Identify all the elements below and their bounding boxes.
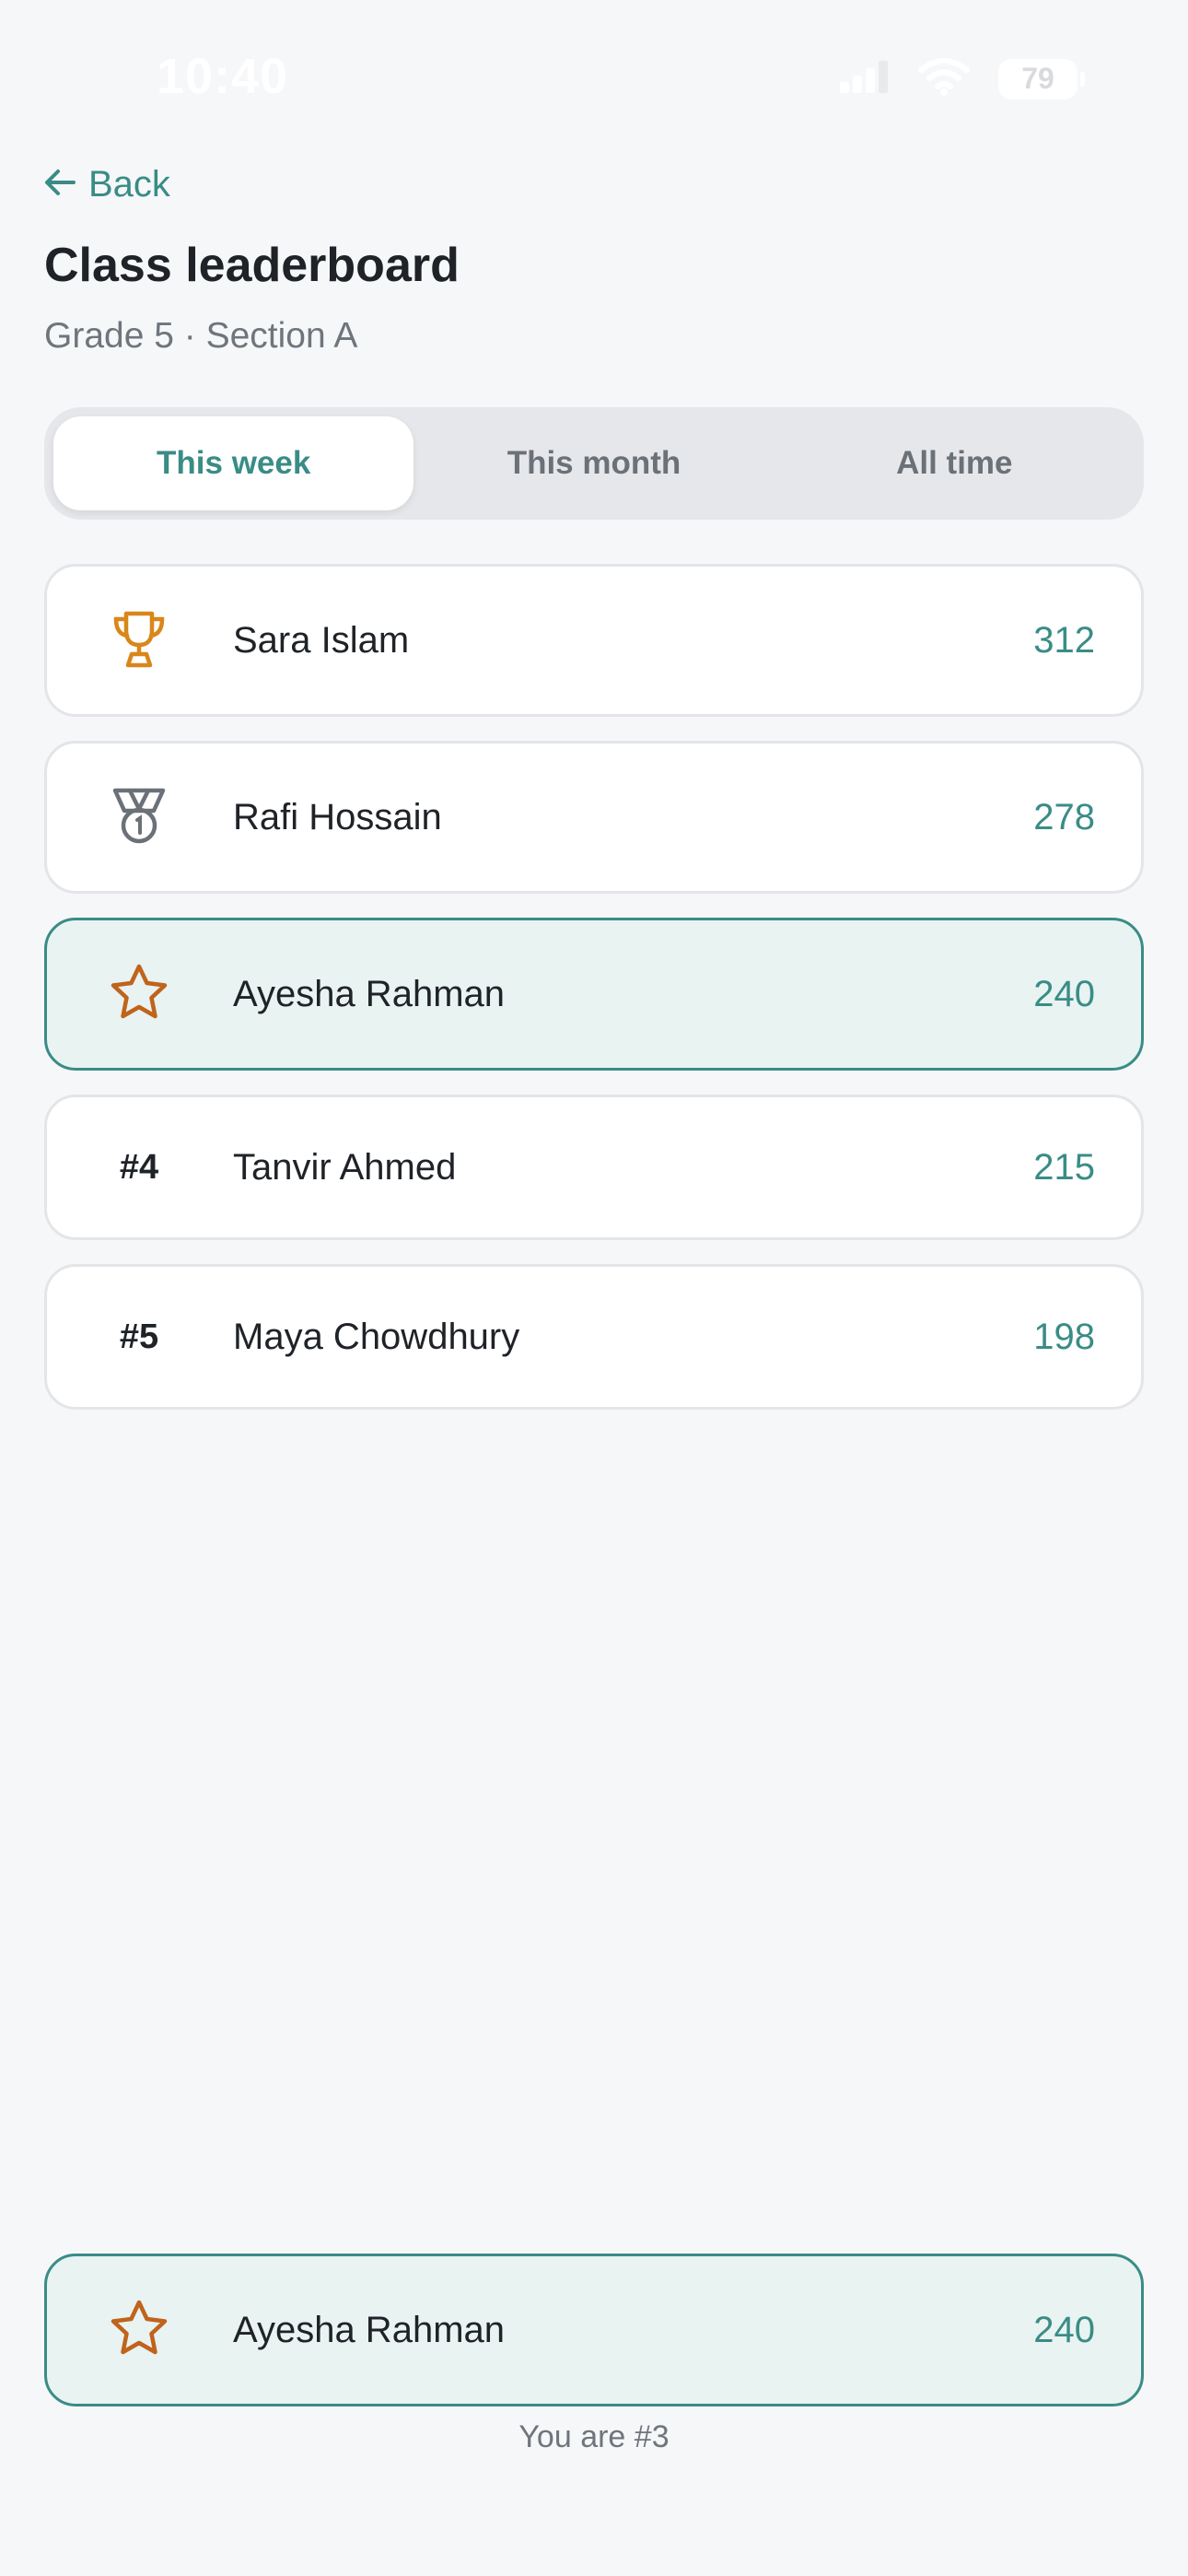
medal-icon (110, 785, 169, 850)
student-name: Ayesha Rahman (233, 973, 505, 1014)
rank-badge: #5 (91, 1317, 187, 1357)
tab-all-time[interactable]: All time (775, 416, 1135, 510)
rank-badge (91, 2299, 187, 2362)
signal-icon (838, 60, 890, 98)
leaderboard-row[interactable]: Rafi Hossain 278 (44, 741, 1144, 894)
student-name: Tanvir Ahmed (233, 1146, 457, 1188)
back-label: Back (88, 164, 170, 205)
period-tabs: This week This month All time (44, 407, 1144, 520)
page-subtitle: Grade 5 · Section A (44, 316, 358, 356)
battery-indicator: 79 (998, 58, 1085, 100)
arrow-left-icon (44, 164, 76, 205)
back-button[interactable]: Back (44, 164, 170, 205)
rank-badge (91, 608, 187, 673)
rank-number: #5 (119, 1317, 159, 1356)
rank-badge (91, 785, 187, 850)
leaderboard-row[interactable]: Sara Islam 312 (44, 564, 1144, 717)
page-title: Class leaderboard (44, 239, 460, 292)
my-rank-card[interactable]: Ayesha Rahman 240 (44, 2254, 1144, 2406)
leaderboard-row-current-user[interactable]: Ayesha Rahman 240 (44, 918, 1144, 1071)
student-score: 215 (1033, 1146, 1095, 1188)
status-time: 10:40 (157, 49, 289, 104)
student-name: Sara Islam (233, 619, 410, 661)
star-icon (109, 2299, 169, 2362)
star-icon (109, 963, 169, 1026)
student-name: Rafi Hossain (233, 796, 442, 837)
status-bar: 10:40 79 (0, 0, 1188, 157)
my-name: Ayesha Rahman (233, 2309, 505, 2350)
trophy-icon (110, 608, 169, 673)
student-name: Maya Chowdhury (233, 1316, 520, 1357)
student-score: 198 (1033, 1316, 1095, 1357)
rank-badge: #4 (91, 1148, 187, 1188)
rank-number: #4 (119, 1147, 159, 1187)
student-score: 278 (1033, 796, 1095, 837)
rank-badge (91, 963, 187, 1026)
tab-this-week[interactable]: This week (53, 416, 414, 510)
wifi-icon (917, 57, 971, 100)
leaderboard-row[interactable]: #4 Tanvir Ahmed 215 (44, 1095, 1144, 1240)
student-score: 240 (1033, 973, 1095, 1014)
my-score: 240 (1033, 2309, 1095, 2350)
status-icons: 79 (838, 57, 1085, 100)
tab-this-month[interactable]: This month (413, 416, 774, 510)
student-score: 312 (1033, 619, 1095, 661)
leaderboard-row[interactable]: #5 Maya Chowdhury 198 (44, 1264, 1144, 1410)
my-rank-note: You are #3 (518, 2419, 670, 2454)
